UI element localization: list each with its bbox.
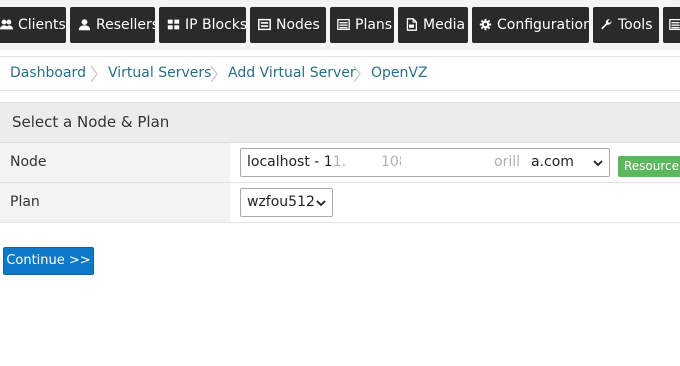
- resource-button[interactable]: Resource: [618, 156, 680, 177]
- node-label: Node: [0, 143, 230, 182]
- plan-label: Plan: [0, 183, 230, 222]
- nav-clients[interactable]: Clients: [0, 7, 66, 43]
- breadcrumb-virtual-servers[interactable]: Virtual Servers: [108, 57, 211, 90]
- breadcrumb-add-virtual-server[interactable]: Add Virtual Server: [228, 57, 356, 90]
- wrench-icon: [600, 18, 613, 31]
- node-select[interactable]: localhost - 11. 108.26 stati orill a.com: [240, 148, 610, 177]
- users-icon: [0, 18, 13, 31]
- nav-label: Configuration: [497, 17, 589, 33]
- nav-label: Clients: [18, 17, 66, 33]
- nav-configuration[interactable]: Configuration: [472, 7, 589, 43]
- breadcrumb-openvz[interactable]: OpenVZ: [371, 57, 428, 90]
- node-select-value: localhost - 11.: [247, 154, 347, 170]
- nav-tools[interactable]: Tools: [593, 7, 659, 43]
- top-navigation: Clients Resellers IP Blocks Nodes Plans …: [0, 0, 680, 50]
- nav-ip-blocks[interactable]: IP Blocks: [159, 7, 246, 43]
- gear-icon: [479, 18, 492, 31]
- plan-row: Plan wzfou512: [0, 183, 680, 223]
- server-icon: [258, 18, 271, 31]
- plan-select-value: wzfou512: [247, 194, 315, 210]
- nav-resellers[interactable]: Resellers: [70, 7, 155, 43]
- grid-icon: [167, 18, 180, 31]
- breadcrumb: Dashboard Virtual Servers Add Virtual Se…: [0, 56, 680, 91]
- nav-nodes[interactable]: Nodes: [250, 7, 326, 43]
- nav-media[interactable]: Media: [398, 7, 468, 43]
- panel-title: Select a Node & Plan: [0, 102, 680, 143]
- nav-label: Resellers: [96, 17, 155, 33]
- user-icon: [78, 18, 91, 31]
- chevron-right-icon: [351, 64, 363, 84]
- nav-plans[interactable]: Plans: [330, 7, 394, 43]
- chevron-right-icon: [88, 64, 100, 84]
- grid-icon: [669, 18, 680, 31]
- nav-label: Tools: [618, 17, 653, 33]
- continue-button[interactable]: Continue >>: [3, 247, 94, 275]
- nav-label: Plans: [355, 17, 393, 33]
- node-select-value-part: orill: [494, 154, 520, 170]
- node-select-value-suffix: a.com: [531, 154, 574, 170]
- list-icon: [337, 18, 350, 31]
- file-icon: [405, 17, 418, 31]
- redaction: [401, 152, 501, 174]
- chevron-down-icon: [316, 198, 326, 208]
- plan-select[interactable]: wzfou512: [240, 188, 333, 217]
- nav-label: IP Blocks: [185, 17, 246, 33]
- nav-more[interactable]: [663, 7, 680, 43]
- nav-label: Nodes: [276, 17, 320, 33]
- nav-label: Media: [423, 17, 466, 33]
- breadcrumb-dashboard[interactable]: Dashboard: [10, 57, 86, 90]
- chevron-down-icon: [593, 158, 603, 168]
- chevron-right-icon: [208, 64, 220, 84]
- node-row: Node localhost - 11. 108.26 stati orill …: [0, 143, 680, 183]
